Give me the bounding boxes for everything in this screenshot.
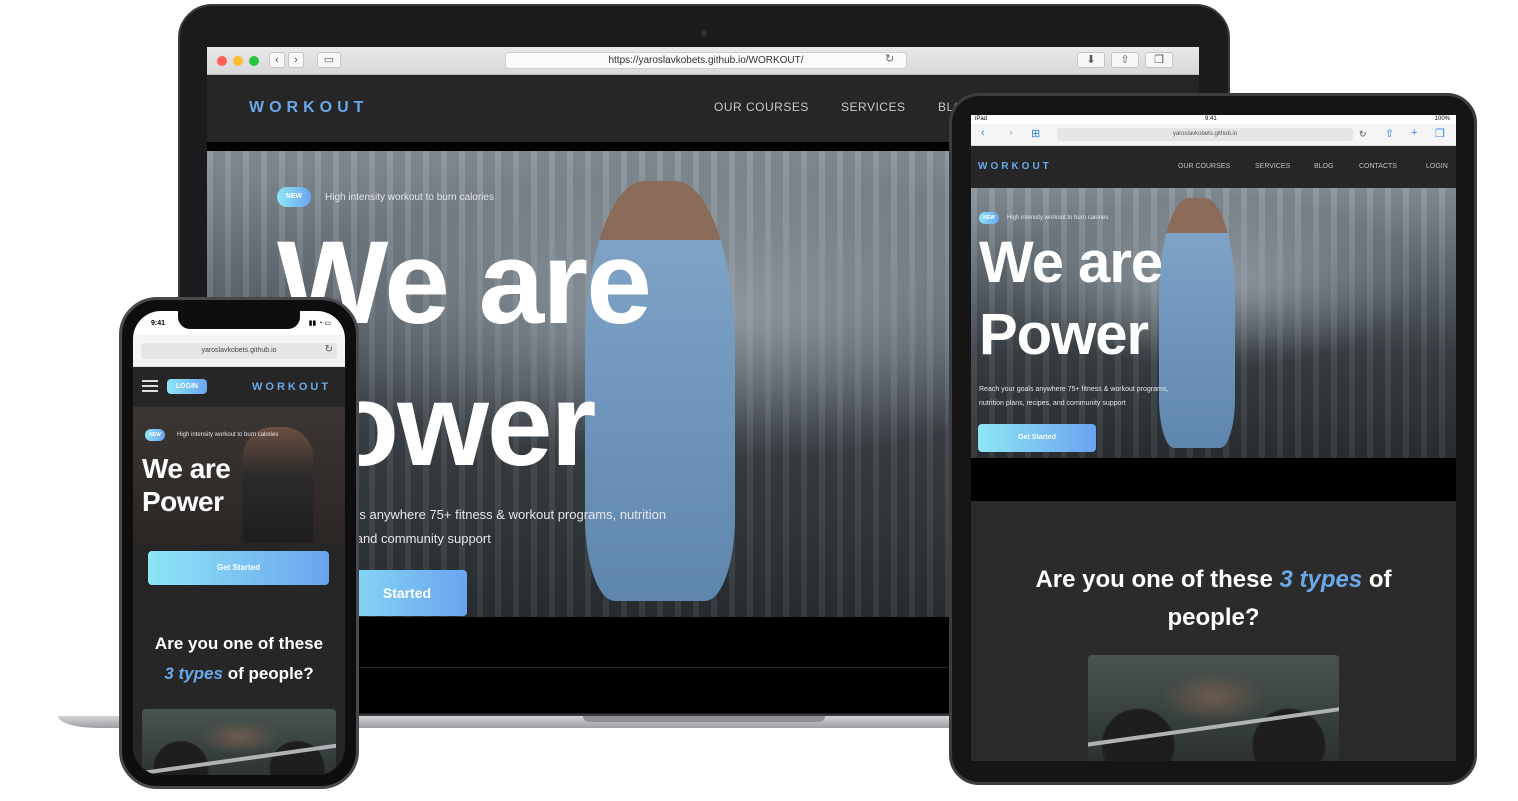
section-title-accent: 3 types <box>1279 566 1363 593</box>
barbell <box>142 741 336 775</box>
phone-site-header: LOGIN WORKOUT <box>133 367 345 407</box>
get-started-button[interactable]: Get Started <box>978 424 1096 452</box>
tabs-icon[interactable]: ❐ <box>1145 52 1173 68</box>
download-icon[interactable]: ⬇ <box>1077 52 1105 68</box>
bookmarks-icon[interactable]: ⊞ <box>1031 127 1040 140</box>
share-icon[interactable]: ⇧ <box>1385 127 1394 140</box>
new-badge: NEW <box>145 429 165 441</box>
hero-heading-line2: ower <box>327 359 596 491</box>
site-logo[interactable]: WORKOUT <box>249 99 368 117</box>
hero-badge: NEW High intensity workout to burn calor… <box>145 429 278 441</box>
minimize-window-button[interactable] <box>233 56 243 66</box>
reload-icon[interactable]: ↻ <box>1359 129 1367 140</box>
tabs-icon[interactable]: ❐ <box>1435 127 1445 140</box>
site-logo[interactable]: WORKOUT <box>252 381 331 393</box>
tablet-address-bar[interactable]: yaroslavkobets.github.io <box>1057 128 1353 141</box>
laptop-trackpad-notch <box>583 716 825 722</box>
section-title-post: of <box>1368 566 1392 593</box>
hero-badge: NEW High intensity workout to burn calor… <box>979 212 1108 224</box>
tablet-status-battery: 100% <box>1434 116 1450 122</box>
get-started-button[interactable]: Get Started <box>148 551 329 585</box>
back-icon[interactable]: ‹ <box>269 52 285 68</box>
section-title-pre: Are you one of these <box>1035 566 1273 593</box>
browser-toolbar: ‹ › ▭ https://yaroslavkobets.github.io/W… <box>207 47 1199 75</box>
hero-heading-line2: Power <box>142 486 224 517</box>
barbell <box>1088 706 1339 748</box>
phone-browser-toolbar: yaroslavkobets.github.io ↻ <box>133 335 345 367</box>
tablet-hero-section: NEW High intensity workout to burn calor… <box>971 188 1456 458</box>
nav-services[interactable]: SERVICES <box>841 100 905 114</box>
close-window-button[interactable] <box>217 56 227 66</box>
section-title-post: of people? <box>227 664 314 683</box>
badge-text: High intensity workout to burn calories <box>325 191 494 203</box>
back-icon[interactable]: ‹ <box>981 127 985 139</box>
device-mockup-stage: ‹ › ▭ https://yaroslavkobets.github.io/W… <box>0 0 1518 801</box>
hero-paragraph-line1: Reach your goals anywhere 75+ fitness & … <box>979 386 1169 393</box>
hero-heading-line1: We are <box>979 230 1163 295</box>
weightlifting-image <box>1088 655 1339 761</box>
phone-hero-section: NEW High intensity workout to burn calor… <box>133 407 345 543</box>
laptop-camera <box>701 30 707 36</box>
hero-person-image <box>1159 198 1235 448</box>
hero-heading-line1: We are <box>142 453 231 484</box>
nav-login[interactable]: LOGIN <box>1426 163 1448 170</box>
new-tab-icon[interactable]: + <box>1411 127 1417 139</box>
reload-icon[interactable]: ↻ <box>325 344 333 355</box>
signal-battery-icon: ▮▮ ◔ ▭ <box>308 320 331 327</box>
phone-status-time: 9:41 <box>151 320 166 327</box>
tablet-status-device: iPad <box>975 116 988 122</box>
forward-icon[interactable]: › <box>288 52 304 68</box>
phone-screen: 9:41 ▮▮ ◔ ▭ yaroslavkobets.github.io ↻ L… <box>133 311 345 775</box>
tablet-status-bar: iPad 9:41 100% <box>971 115 1456 124</box>
badge-text: High intensity workout to burn calories <box>1007 215 1109 221</box>
hero-badge: NEW High intensity workout to burn calor… <box>277 187 494 207</box>
section-title: Are you one of these 3 types of people? <box>133 629 345 689</box>
site-logo[interactable]: WORKOUT <box>978 161 1052 172</box>
forward-icon[interactable]: › <box>1009 127 1013 139</box>
phone-notch <box>178 311 300 329</box>
nav-services[interactable]: SERVICES <box>1255 163 1290 170</box>
reload-icon[interactable]: ↻ <box>885 52 894 65</box>
zoom-window-button[interactable] <box>249 56 259 66</box>
hero-paragraph-line2: s, and community support <box>342 531 491 546</box>
badge-text: High intensity workout to burn calories <box>177 432 279 438</box>
phone-body: Get Started Are you one of these 3 types… <box>133 543 345 775</box>
nav-contacts[interactable]: CONTACTS <box>1359 163 1397 170</box>
phone-address-bar[interactable]: yaroslavkobets.github.io <box>141 343 337 359</box>
nav-our-courses[interactable]: OUR COURSES <box>1178 163 1230 170</box>
weightlifting-image <box>142 709 336 775</box>
tablet-status-time: 9:41 <box>1205 116 1217 122</box>
share-icon[interactable]: ⇧ <box>1111 52 1139 68</box>
new-badge: NEW <box>979 212 999 224</box>
section-title-line2: people? <box>1167 604 1260 631</box>
sidebar-icon[interactable]: ▭ <box>317 52 341 68</box>
section-title-accent: 3 types <box>164 664 223 683</box>
hero-paragraph-line1: oals anywhere 75+ fitness & workout prog… <box>342 507 667 522</box>
section-title: Are you one of these 3 types of people? <box>971 561 1456 637</box>
nav-blog[interactable]: BLOG <box>1314 163 1333 170</box>
hero-paragraph-line2: nutrition plans, recipes, and community … <box>979 400 1126 407</box>
login-button[interactable]: LOGIN <box>167 379 207 394</box>
people-types-section: Are you one of these 3 types of people? <box>971 501 1456 761</box>
menu-icon[interactable] <box>142 380 158 392</box>
nav-our-courses[interactable]: OUR COURSES <box>714 100 809 114</box>
hero-heading-line2: Power <box>979 302 1149 367</box>
tablet-screen: iPad 9:41 100% ‹ › ⊞ yaroslavkobets.gith… <box>971 115 1456 761</box>
tablet-browser-toolbar: ‹ › ⊞ yaroslavkobets.github.io ↻ ⇧ + ❐ <box>971 124 1456 146</box>
section-title-line1: Are you one of these <box>154 634 324 653</box>
tablet-site-header: WORKOUT OUR COURSES SERVICES BLOG CONTAC… <box>971 146 1456 188</box>
new-badge: NEW <box>277 187 311 207</box>
address-bar[interactable]: https://yaroslavkobets.github.io/WORKOUT… <box>505 52 907 69</box>
hero-person-image <box>243 427 313 543</box>
